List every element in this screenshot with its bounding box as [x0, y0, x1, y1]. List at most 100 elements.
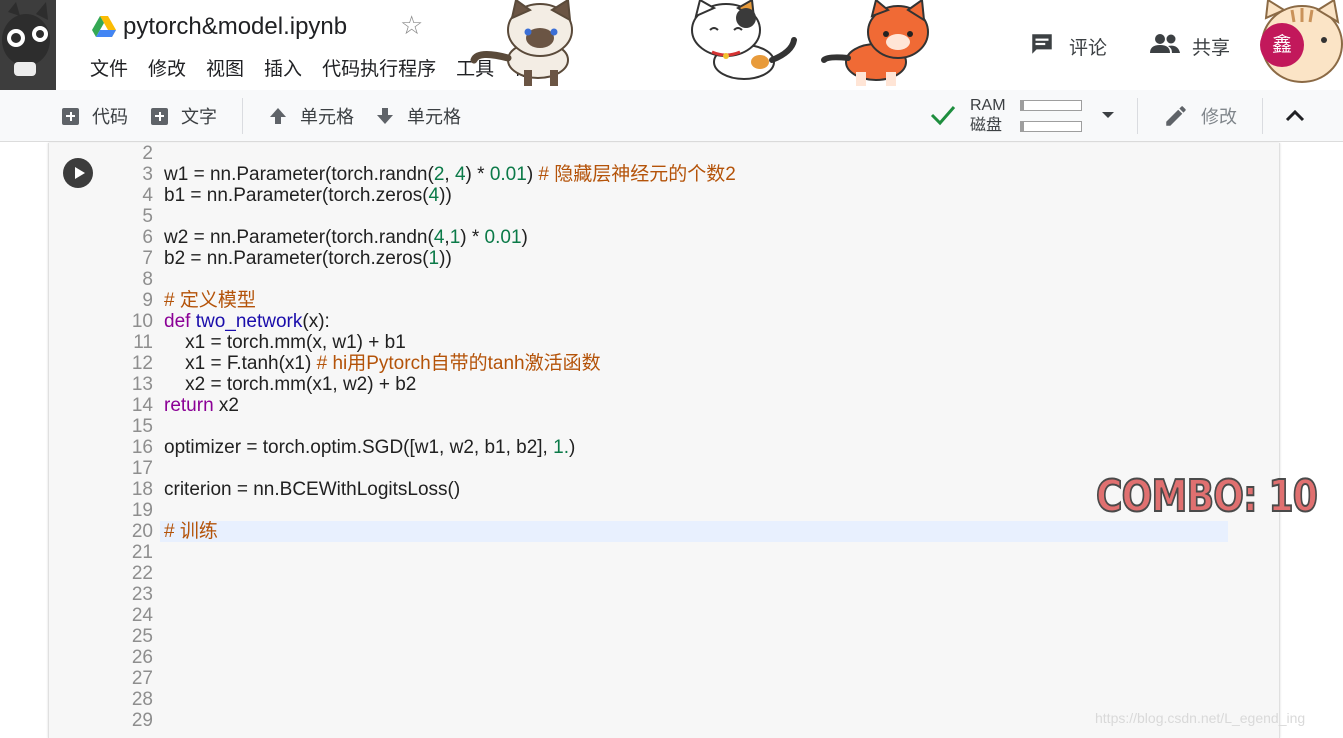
line-number: 9 — [142, 290, 153, 311]
line-number: 24 — [131, 605, 153, 626]
code-token: 4 — [428, 185, 440, 206]
combo-counter: COMBO: 10 — [1095, 471, 1319, 523]
toolbar-divider — [242, 98, 243, 134]
code-token: x1 = torch.mm(x, w1) + b1 — [164, 332, 406, 353]
google-drive-icon[interactable] — [92, 16, 116, 38]
line-number: 21 — [131, 542, 153, 563]
connected-check-icon — [930, 106, 956, 126]
code-token: def — [164, 311, 191, 332]
menu-edit[interactable]: 修改 — [148, 56, 186, 84]
comment-icon — [1029, 31, 1055, 62]
line-number: 20 — [131, 521, 153, 542]
code-line[interactable]: w2 = nn.Parameter(torch.randn(4,1) * 0.0… — [164, 227, 528, 248]
notebook-title[interactable]: pytorch&model.ipynb — [123, 12, 347, 42]
code-token: two_network — [195, 311, 303, 332]
line-number: 8 — [142, 269, 153, 290]
toolbar-divider — [1137, 98, 1138, 134]
line-number: 14 — [131, 395, 153, 416]
disk-label: 磁盘 — [970, 117, 1003, 134]
chevron-up-icon[interactable] — [1283, 105, 1307, 127]
code-token: x1 = F.tanh(x1) — [164, 353, 317, 374]
comment-button[interactable]: 评论 — [1029, 32, 1107, 60]
code-token: )) — [439, 248, 452, 269]
code-token: 2 — [433, 164, 445, 185]
code-token: # 定义模型 — [164, 290, 256, 311]
move-cell-down-label: 单元格 — [407, 107, 461, 127]
code-token: w2 = nn.Parameter(torch.randn( — [164, 227, 434, 248]
menu-runtime[interactable]: 代码执行程序 — [322, 56, 436, 84]
code-line[interactable]: x2 = torch.mm(x1, w2) + b2 — [164, 374, 416, 395]
share-label: 共享 — [1192, 37, 1231, 59]
plus-icon — [62, 107, 79, 125]
resource-monitor[interactable]: RAM 磁盘 — [930, 94, 1130, 138]
colab-logo[interactable] — [0, 0, 56, 90]
code-token: ) — [526, 164, 539, 185]
add-code-button[interactable]: 代码 — [62, 102, 128, 130]
code-token: w1 = nn.Parameter(torch.randn( — [164, 164, 434, 185]
line-number: 19 — [131, 500, 153, 521]
code-line[interactable]: b2 = nn.Parameter(torch.zeros(1)) — [164, 248, 452, 269]
code-token: return — [164, 395, 214, 416]
avatar[interactable]: 鑫 — [1260, 23, 1304, 67]
share-button[interactable]: 共享 — [1150, 32, 1230, 60]
code-token: 1 — [428, 248, 440, 269]
code-token: ) — [521, 227, 528, 248]
chevron-down-icon[interactable] — [1100, 110, 1116, 120]
code-token: optimizer = torch.optim.SGD([w1, w2, b1,… — [164, 437, 554, 458]
code-token: ) * — [460, 227, 485, 248]
pencil-icon — [1166, 106, 1186, 126]
code-token: (x): — [302, 311, 330, 332]
menu-view[interactable]: 视图 — [206, 56, 244, 84]
edit-button[interactable]: 修改 — [1163, 102, 1237, 130]
line-number: 4 — [142, 185, 153, 206]
line-number: 15 — [131, 416, 153, 437]
ram-usage-fill — [1021, 101, 1024, 110]
add-code-label: 代码 — [92, 107, 128, 127]
people-icon — [1150, 33, 1180, 60]
current-line-highlight — [160, 521, 1228, 542]
line-number: 16 — [131, 437, 153, 458]
watermark: https://blog.csdn.net/L_egend_ing — [1095, 710, 1306, 726]
code-line[interactable]: # 训练 — [164, 521, 218, 542]
code-line[interactable]: b1 = nn.Parameter(torch.zeros(4)) — [164, 185, 452, 206]
code-line[interactable]: x1 = torch.mm(x, w1) + b1 — [164, 332, 406, 353]
line-number: 17 — [131, 458, 153, 479]
line-number: 2 — [142, 143, 153, 164]
code-line[interactable]: return x2 — [164, 395, 239, 416]
code-token: ) * — [465, 164, 490, 185]
code-token: 0.01 — [484, 227, 522, 248]
line-number: 18 — [131, 479, 153, 500]
siamese-cat-sticker — [470, 0, 573, 86]
line-number: 7 — [142, 248, 153, 269]
star-icon[interactable]: ☆ — [400, 10, 423, 40]
move-cell-down-button[interactable]: 单元格 — [375, 102, 461, 130]
code-line[interactable]: criterion = nn.BCEWithLogitsLoss() — [164, 479, 460, 500]
code-token: b1 = nn.Parameter(torch.zeros( — [164, 185, 429, 206]
move-cell-up-button[interactable]: 单元格 — [268, 102, 354, 130]
add-text-button[interactable]: 文字 — [151, 102, 217, 130]
disk-usage-bar — [1020, 121, 1082, 132]
code-token: x2 = torch.mm(x1, w2) + b2 — [164, 374, 417, 395]
calico-cat-sticker — [691, 0, 797, 80]
code-line[interactable]: optimizer = torch.optim.SGD([w1, w2, b1,… — [164, 437, 575, 458]
line-number: 10 — [131, 311, 153, 332]
add-text-label: 文字 — [181, 107, 217, 127]
code-token: # hi用Pytorch自带的tanh激活函数 — [316, 353, 601, 374]
disk-usage-fill — [1021, 122, 1024, 131]
code-line[interactable]: w1 = nn.Parameter(torch.randn(2, 4) * 0.… — [164, 164, 736, 185]
code-token: 4 — [433, 227, 445, 248]
code-line[interactable]: # 定义模型 — [164, 290, 256, 311]
line-number: 28 — [131, 689, 153, 710]
line-number: 13 — [131, 374, 153, 395]
line-number: 23 — [131, 584, 153, 605]
code-token: 4 — [454, 164, 466, 185]
plus-icon — [151, 107, 168, 125]
run-cell-button[interactable] — [63, 158, 93, 188]
code-line[interactable]: def two_network(x): — [164, 311, 330, 332]
comment-label: 评论 — [1069, 37, 1108, 59]
menu-insert[interactable]: 插入 — [264, 56, 302, 84]
code-line[interactable]: x1 = F.tanh(x1) # hi用Pytorch自带的tanh激活函数 — [164, 353, 601, 374]
code-token: b2 = nn.Parameter(torch.zeros( — [164, 248, 429, 269]
menu-file[interactable]: 文件 — [90, 56, 128, 84]
line-number: 11 — [133, 332, 153, 353]
